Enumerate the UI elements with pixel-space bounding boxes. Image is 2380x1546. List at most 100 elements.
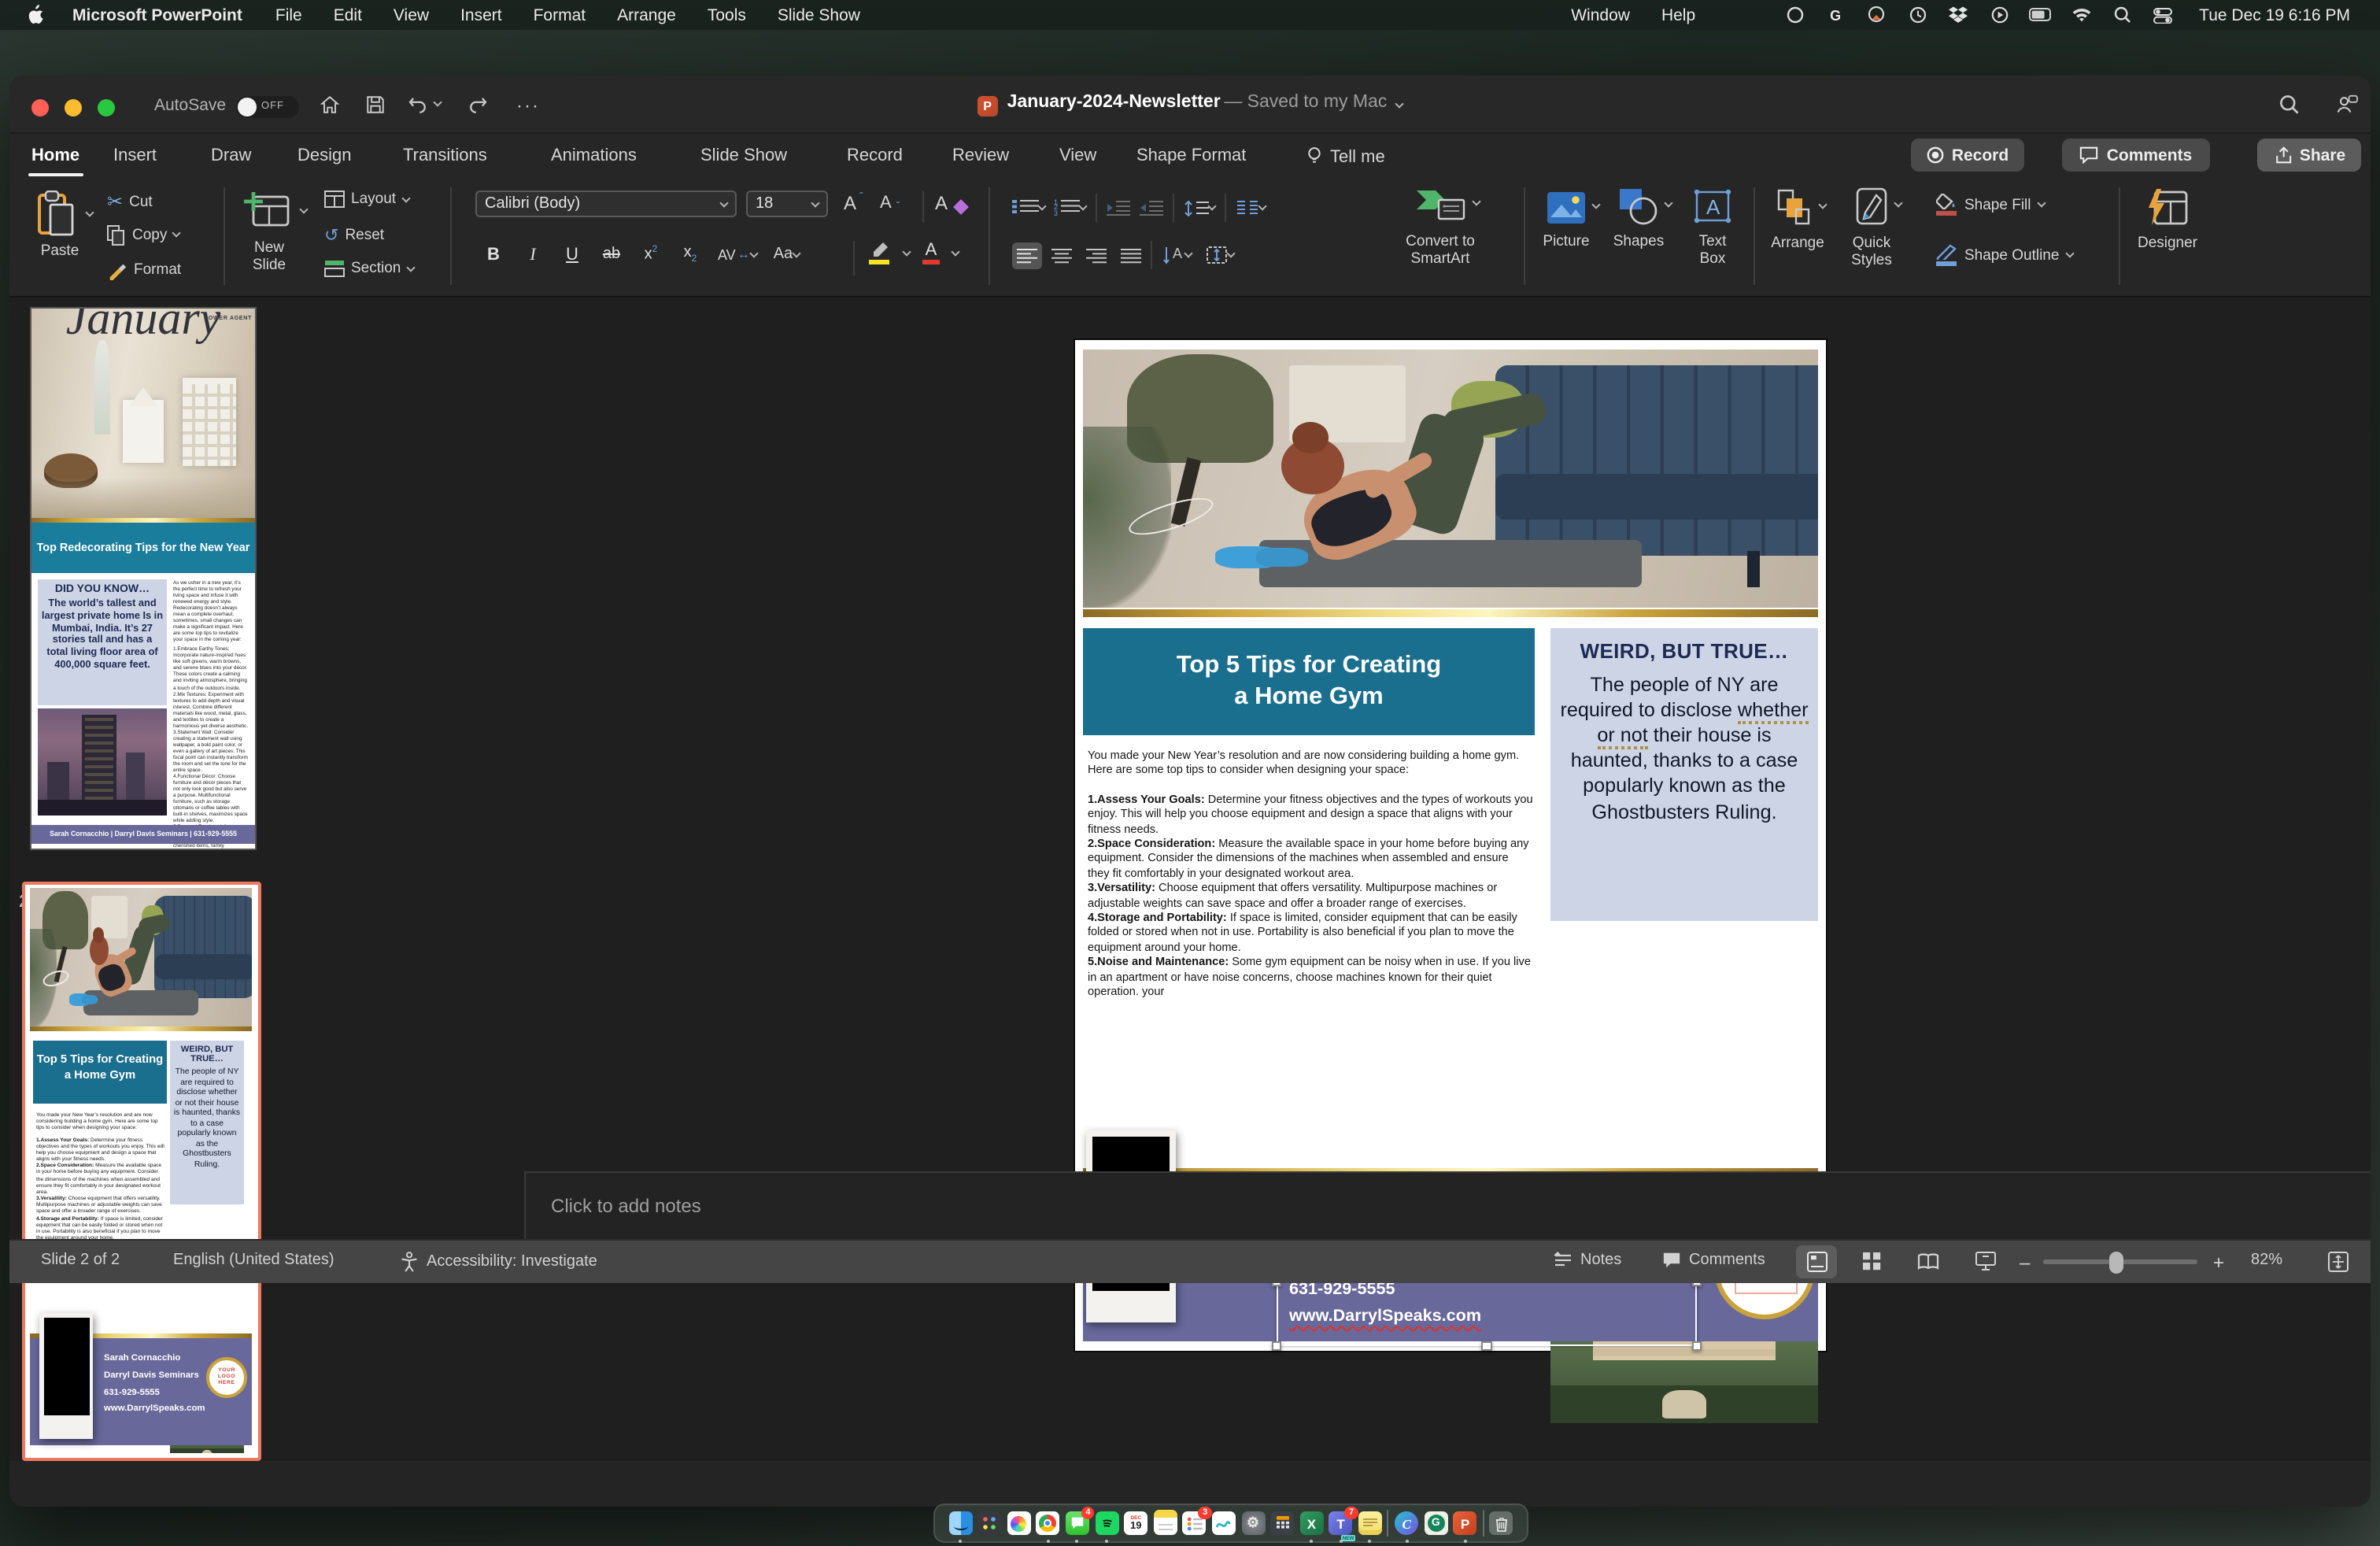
align-right-button[interactable] [1081, 242, 1111, 268]
section-button[interactable]: Section [324, 260, 413, 277]
slide-2-thumbnail-selected[interactable]: Top 5 Tips for Creatinga Home Gym WEIRD,… [22, 882, 261, 1461]
font-size-select[interactable]: 18 [746, 190, 828, 217]
convert-to-smartart-button[interactable]: Convert toSmartArt [1414, 187, 1467, 225]
bold-button[interactable]: B [482, 245, 505, 264]
selection-handle-s[interactable] [1481, 1341, 1491, 1351]
spotlight-search-icon[interactable] [2111, 5, 2133, 25]
accessibility-status[interactable]: Accessibility: Investigate [400, 1251, 597, 1271]
zoom-level[interactable]: 82% [2251, 1251, 2282, 1268]
menu-edit[interactable]: Edit [320, 6, 376, 24]
shape-fill-button[interactable]: Shape Fill [1936, 194, 2046, 216]
layout-button[interactable]: Layout [324, 190, 408, 208]
dock-chrome-icon[interactable] [1037, 1511, 1060, 1535]
dock-notes-icon[interactable] [1153, 1511, 1177, 1535]
decrease-indent-button[interactable] [1107, 200, 1130, 216]
zoom-slider-knob[interactable] [2109, 1251, 2123, 1273]
change-case-button[interactable]: Aa [774, 246, 799, 263]
bullets-button[interactable] [1012, 200, 1044, 216]
highlight-color-dropdown[interactable] [902, 246, 911, 255]
menu-window[interactable]: Window [1557, 6, 1644, 24]
share-button[interactable]: Share [2257, 139, 2361, 172]
menu-format[interactable]: Format [519, 6, 601, 24]
dock-spotify-icon[interactable] [1095, 1511, 1118, 1535]
font-color-button[interactable]: A [922, 241, 940, 264]
increase-font-size-button[interactable]: Aˆ [844, 192, 863, 214]
slide-body-text[interactable]: You made your New Year’s resolution and … [1088, 748, 1533, 999]
menu-arrange[interactable]: Arrange [603, 6, 690, 24]
tab-shape-format[interactable]: Shape Format [1133, 142, 1249, 170]
picture-button[interactable]: Picture [1546, 190, 1587, 225]
dock-photos-icon[interactable] [1007, 1511, 1031, 1535]
dock-reminders-icon[interactable]: 3 [1183, 1511, 1207, 1535]
menu-tools[interactable]: Tools [693, 6, 760, 24]
font-color-dropdown[interactable] [951, 246, 959, 255]
dock-excel-icon[interactable]: X [1299, 1511, 1323, 1535]
slideshow-view-button[interactable] [1964, 1245, 2005, 1278]
dock-teams-icon[interactable]: T7NEW [1329, 1511, 1353, 1535]
hero-photo[interactable] [1083, 350, 1818, 608]
tab-review[interactable]: Review [949, 142, 1012, 170]
wifi-icon[interactable] [2070, 5, 2092, 25]
text-direction-button[interactable]: A [1163, 246, 1192, 264]
clear-formatting-button[interactable]: A [935, 192, 966, 214]
numbering-button[interactable]: 123 [1054, 200, 1086, 216]
line-spacing-button[interactable] [1184, 199, 1215, 216]
dock-settings-icon[interactable]: ⚙ [1241, 1511, 1265, 1535]
notes-panel[interactable]: Click to add notes [524, 1171, 2371, 1238]
tab-draw[interactable]: Draw [208, 142, 254, 170]
play-status-icon[interactable] [1988, 5, 2010, 25]
copy-button[interactable]: Copy [107, 225, 179, 244]
menu-file[interactable]: File [261, 6, 316, 24]
tab-tell-me[interactable]: Tell me [1303, 142, 1388, 172]
dock-calendar-icon[interactable]: DEC19 [1124, 1511, 1148, 1535]
subscript-button[interactable]: x2 [678, 244, 702, 264]
columns-button[interactable] [1236, 200, 1266, 216]
record-button[interactable]: Record [1911, 139, 2024, 172]
font-name-select[interactable]: Calibri (Body) [475, 190, 737, 217]
zoom-in-button[interactable]: + [2213, 1251, 2224, 1273]
dock-finder-icon[interactable] [948, 1511, 972, 1535]
reset-button[interactable]: ↺Reset [324, 225, 384, 246]
tab-transitions[interactable]: Transitions [400, 142, 490, 170]
language-selector[interactable]: English (United States) [173, 1251, 334, 1268]
menu-help[interactable]: Help [1647, 6, 1709, 24]
control-center-icon[interactable] [2152, 5, 2174, 25]
clock-status-icon[interactable] [1906, 5, 1928, 25]
document-title[interactable]: PJanuary-2024-Newsletter — Saved to my M… [9, 92, 2371, 116]
designer-button[interactable]: Designer [2144, 189, 2188, 227]
selection-handle-se[interactable] [1691, 1341, 1702, 1351]
tab-slide-show[interactable]: Slide Show [697, 142, 790, 170]
dock-freeform-icon[interactable] [1212, 1511, 1236, 1535]
zoom-slider-track[interactable] [2043, 1259, 2197, 1264]
dock-trash-icon[interactable] [1490, 1511, 1513, 1535]
dock-powerpoint-icon[interactable]: P [1454, 1511, 1477, 1535]
menu-view[interactable]: View [379, 6, 443, 24]
vertical-align-button[interactable] [1206, 246, 1234, 264]
tab-home[interactable]: Home [28, 142, 83, 170]
slide-title-box[interactable]: Top 5 Tips for Creating a Home Gym [1083, 628, 1535, 735]
tab-design[interactable]: Design [294, 142, 355, 170]
italic-button[interactable]: I [521, 245, 545, 264]
decrease-font-size-button[interactable]: Aˇ [880, 192, 900, 213]
battery-icon[interactable] [2029, 5, 2051, 25]
comments-toggle[interactable]: Comments [1662, 1251, 1765, 1268]
tab-insert[interactable]: Insert [110, 142, 160, 170]
slide-sorter-view-button[interactable] [1851, 1245, 1892, 1278]
new-slide-button[interactable]: NewSlide [244, 190, 291, 231]
menu-clock[interactable]: Tue Dec 19 6:16 PM [2185, 6, 2364, 24]
weird-but-true-box[interactable]: WEIRD, BUT TRUE… The people of NY are re… [1550, 628, 1818, 921]
menu-app-name[interactable]: Microsoft PowerPoint [57, 6, 258, 24]
dock-calculator-icon[interactable] [1270, 1511, 1294, 1535]
fit-slide-button[interactable] [2317, 1245, 2358, 1278]
share-contact-icon[interactable] [2336, 94, 2358, 114]
arrange-button[interactable]: Arrange [1776, 189, 1813, 227]
increase-indent-button[interactable] [1140, 200, 1163, 216]
align-center-button[interactable] [1047, 242, 1077, 268]
tab-view[interactable]: View [1056, 142, 1099, 170]
screen-record-status-icon[interactable] [1865, 5, 1887, 25]
apple-icon[interactable] [24, 5, 46, 25]
cut-button[interactable]: ✂Cut [107, 190, 153, 213]
shapes-button[interactable]: Shapes [1618, 187, 1659, 225]
search-icon[interactable] [2279, 94, 2300, 114]
strikethrough-button[interactable]: ab [600, 246, 623, 263]
